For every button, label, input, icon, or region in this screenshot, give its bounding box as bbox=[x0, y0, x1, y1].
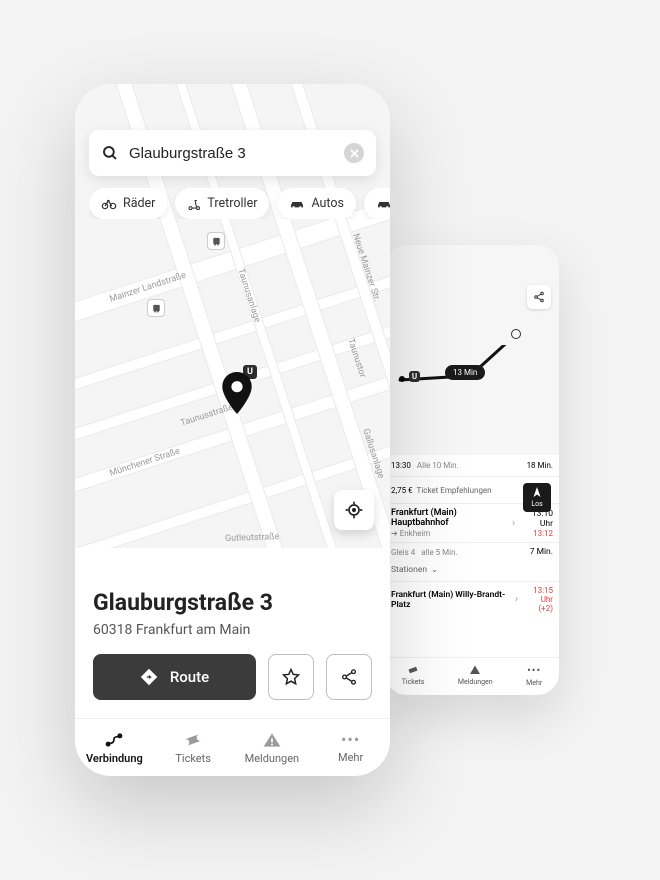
duration: 18 Min. bbox=[527, 461, 553, 470]
star-icon bbox=[281, 667, 301, 687]
chip-label: Räder bbox=[123, 196, 155, 211]
transit-stop-icon bbox=[147, 299, 165, 317]
go-button[interactable]: Los bbox=[523, 483, 551, 512]
transit-stop-icon bbox=[207, 232, 225, 250]
car-icon bbox=[289, 198, 305, 210]
place-title: Glauburgstraße 3 bbox=[93, 589, 372, 616]
place-address: 60318 Frankfurt am Main bbox=[93, 622, 372, 638]
filter-chip-scooters[interactable]: Tretroller bbox=[175, 188, 269, 219]
tab-label: Mehr bbox=[338, 751, 363, 764]
tab-label: Tickets bbox=[175, 752, 211, 765]
tab-reports[interactable]: Meldungen bbox=[233, 719, 312, 776]
ticket-rec-label: Ticket Empfehlungen bbox=[417, 486, 492, 495]
filter-chip-cars[interactable]: Autos bbox=[277, 188, 356, 219]
filter-chip-row[interactable]: Räder Tretroller Autos On Demand bbox=[89, 188, 390, 219]
stop-meta-row: Gleis 4 alle 5 Min. 7 Min. bbox=[385, 543, 559, 561]
chip-label: Tretroller bbox=[207, 196, 257, 211]
locate-me-button[interactable] bbox=[334, 490, 374, 530]
segment-duration: 7 Min. bbox=[530, 547, 553, 557]
mini-tabbar: Tickets Meldungen ••• Mehr bbox=[385, 657, 559, 695]
warning-icon bbox=[262, 731, 282, 749]
tab-connection[interactable]: Verbindung bbox=[75, 719, 154, 776]
scooter-icon bbox=[187, 197, 201, 211]
stop-live-time: 13:12 bbox=[519, 529, 553, 538]
bike-icon bbox=[101, 198, 117, 210]
search-bar[interactable] bbox=[89, 130, 376, 176]
stop-name: Frankfurt (Main) Hauptbahnhof bbox=[391, 508, 508, 528]
crosshair-icon bbox=[344, 500, 364, 520]
place-sheet: Glauburgstraße 3 60318 Frankfurt am Main… bbox=[75, 567, 390, 718]
stations-expand[interactable]: Stationen ⌄ bbox=[385, 561, 559, 582]
map-label: Münchener Straße bbox=[108, 447, 181, 479]
map-label: Gutleutstraße bbox=[225, 532, 280, 544]
mini-map: U 13 Min bbox=[385, 245, 559, 455]
share-button[interactable] bbox=[527, 285, 551, 309]
share-icon bbox=[533, 291, 545, 303]
tab-reports[interactable]: Meldungen bbox=[458, 664, 493, 687]
secondary-phone-mockup: U 13 Min 13:30 Alle 10 Min. 18 Min. Los … bbox=[385, 245, 559, 695]
map-label: Taunusanlage bbox=[235, 267, 262, 323]
tab-label: Mehr bbox=[526, 679, 542, 687]
go-label: Los bbox=[523, 500, 551, 508]
u-badge-mini: U bbox=[409, 371, 420, 382]
chevron-right-icon: › bbox=[512, 518, 515, 529]
stations-label: Stationen bbox=[391, 565, 427, 575]
route-button[interactable]: Route bbox=[93, 654, 256, 700]
more-icon: ••• bbox=[527, 664, 541, 677]
tab-label: Tickets bbox=[402, 678, 425, 686]
search-icon bbox=[101, 144, 119, 162]
more-icon: ••• bbox=[341, 732, 360, 748]
car-icon bbox=[376, 198, 390, 210]
action-row: Route bbox=[93, 654, 372, 700]
close-icon bbox=[350, 149, 359, 158]
filter-chip-on-demand[interactable]: On Demand bbox=[364, 188, 390, 219]
route-label: Route bbox=[170, 668, 209, 686]
favorite-button[interactable] bbox=[268, 654, 314, 700]
tab-more[interactable]: ••• Mehr bbox=[311, 719, 390, 776]
tabbar: Verbindung Tickets Meldungen ••• Mehr bbox=[75, 718, 390, 776]
search-input[interactable] bbox=[129, 145, 334, 162]
share-icon bbox=[340, 668, 358, 686]
directions-icon bbox=[140, 668, 158, 686]
map-pin-icon bbox=[220, 372, 254, 414]
time-row: 13:30 Alle 10 Min. 18 Min. bbox=[385, 455, 559, 477]
chevron-down-icon: ⌄ bbox=[431, 565, 438, 575]
route-duration-badge: 13 Min bbox=[445, 365, 485, 380]
depart-time: 13:30 bbox=[391, 461, 411, 470]
tab-tickets[interactable]: Tickets bbox=[402, 664, 425, 687]
interval: alle 5 Min. bbox=[421, 548, 457, 557]
clear-search-button[interactable] bbox=[344, 143, 364, 163]
ticket-icon bbox=[407, 664, 419, 676]
tab-label: Meldungen bbox=[245, 752, 300, 765]
price: 2,75 € bbox=[391, 486, 413, 495]
chevron-right-icon: › bbox=[515, 594, 518, 605]
tab-label: Meldungen bbox=[458, 678, 493, 686]
warning-icon bbox=[469, 664, 481, 676]
route-icon bbox=[104, 731, 124, 749]
navigate-icon bbox=[531, 486, 543, 498]
stop-row-2[interactable]: Frankfurt (Main) Willy-Brandt-Platz › 13… bbox=[385, 582, 559, 617]
stop-time: 13:15 Uhr bbox=[522, 586, 553, 604]
route-start-marker bbox=[399, 376, 405, 382]
stop-name: Frankfurt (Main) Willy-Brandt-Platz bbox=[391, 590, 511, 610]
chip-label: Autos bbox=[311, 196, 344, 211]
stop-destination: ➜ Enkheim bbox=[391, 529, 508, 538]
platform: Gleis 4 bbox=[391, 548, 415, 557]
stop-delay: (+2) bbox=[522, 604, 553, 613]
share-button[interactable] bbox=[326, 654, 372, 700]
filter-chip-bikes[interactable]: Räder bbox=[89, 188, 167, 219]
route-end-marker bbox=[511, 329, 521, 339]
tab-tickets[interactable]: Tickets bbox=[154, 719, 233, 776]
tab-label: Verbindung bbox=[86, 752, 143, 765]
frequency: Alle 10 Min. bbox=[417, 461, 459, 470]
ticket-icon bbox=[183, 731, 203, 749]
primary-phone-mockup: Mainzer Landstraße Taunusstraße Münchene… bbox=[75, 84, 390, 776]
tab-more[interactable]: ••• Mehr bbox=[526, 664, 542, 687]
